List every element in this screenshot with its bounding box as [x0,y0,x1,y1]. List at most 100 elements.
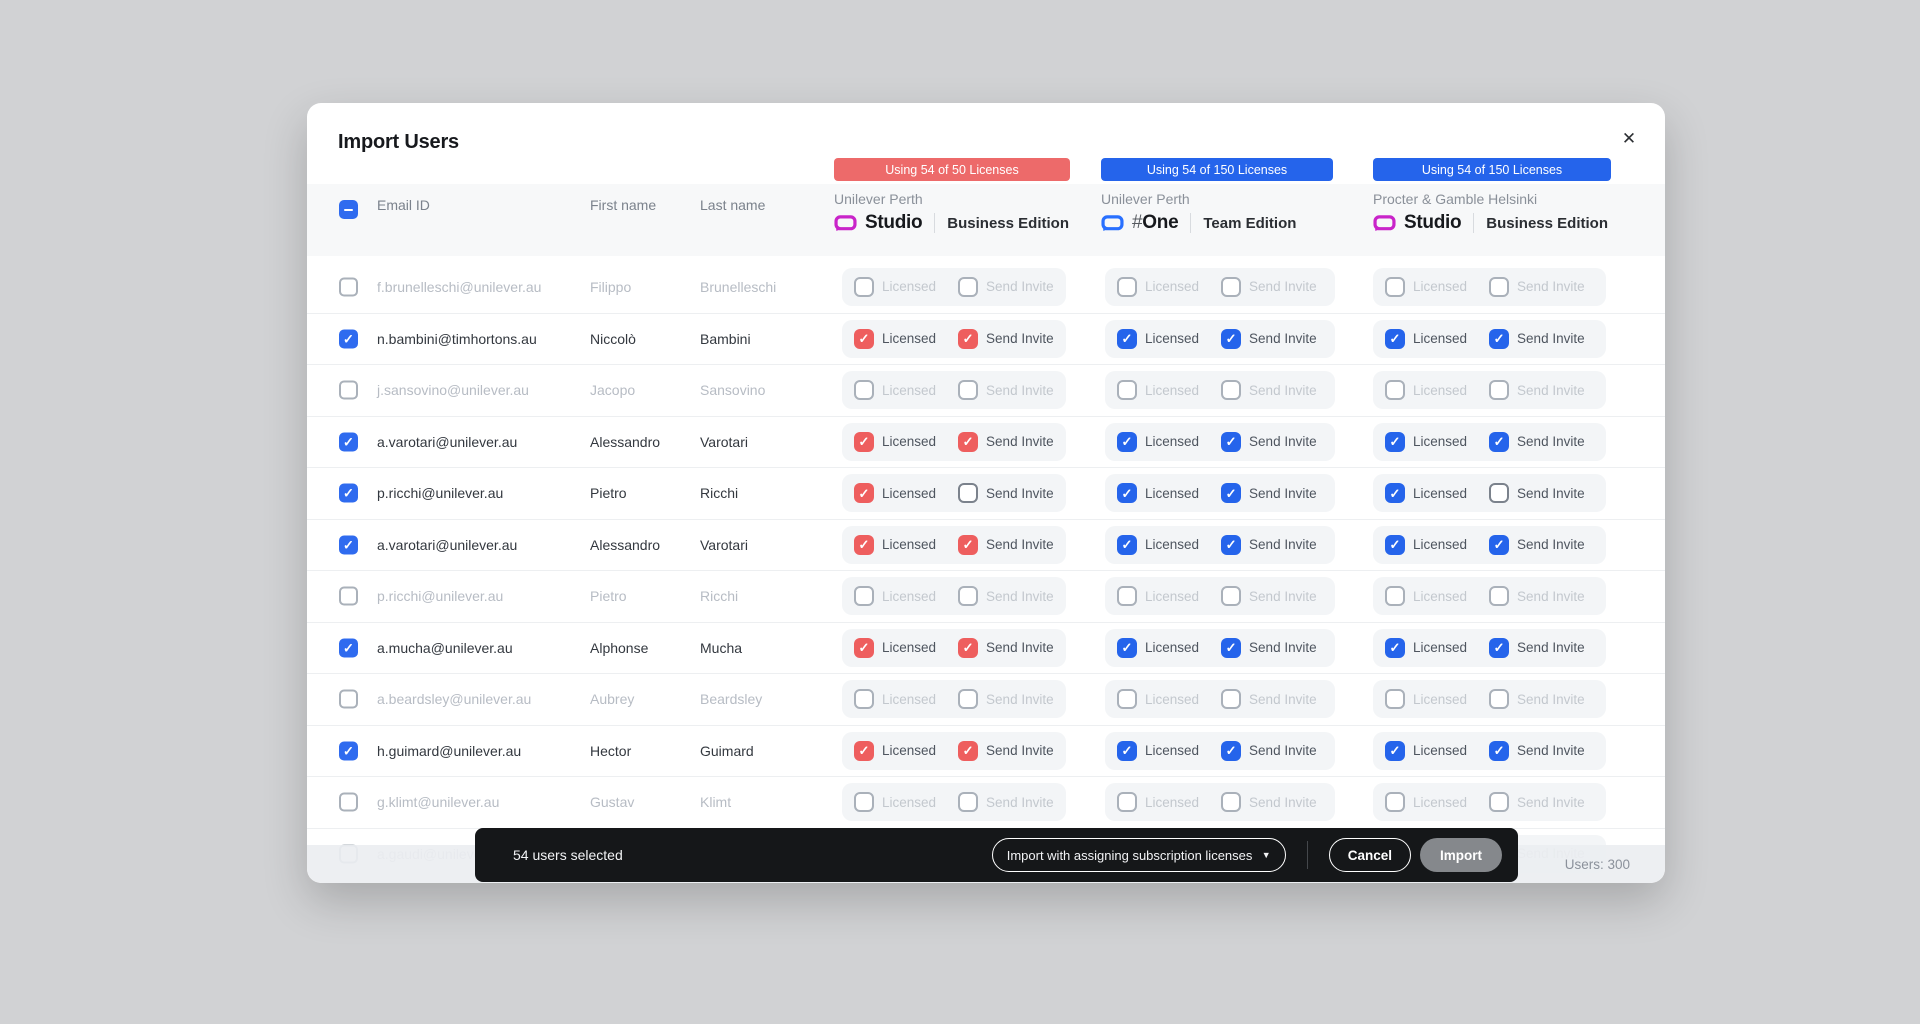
row-select-checkbox[interactable] [339,689,358,709]
licensed-checkbox[interactable] [1385,792,1405,813]
close-icon[interactable]: ✕ [1617,127,1641,151]
send-invite-checkbox[interactable] [958,689,979,710]
send-invite-checkbox[interactable] [1489,586,1510,607]
licensed-checkbox[interactable]: ✓ [1117,483,1137,504]
send-invite-checkbox[interactable]: ✓ [1489,637,1510,658]
send-invite-checkbox[interactable] [1489,483,1510,504]
send-invite-checkbox[interactable]: ✓ [1221,483,1242,504]
licensed-checkbox[interactable]: ✓ [854,534,874,555]
row-select-checkbox[interactable] [339,380,358,400]
licensed-checkbox[interactable] [1117,689,1137,710]
licensed-label: Licensed [1145,279,1200,295]
send-invite-checkbox[interactable] [958,276,979,297]
select-all-checkbox[interactable] [339,198,358,220]
send-invite-checkbox[interactable] [1489,276,1510,297]
send-invite-checkbox[interactable] [958,483,979,504]
row-select-checkbox[interactable] [339,792,358,812]
user-email: a.varotari@unilever.au [377,536,518,553]
dropdown-selected-value: Import with assigning subscription licen… [1006,847,1253,863]
licensed-checkbox[interactable]: ✓ [854,637,874,658]
send-invite-checkbox[interactable] [1489,792,1510,813]
send-invite-checkbox[interactable]: ✓ [1221,740,1242,761]
send-invite-checkbox[interactable]: ✓ [1221,431,1242,452]
licensed-checkbox[interactable] [1385,276,1405,297]
send-invite-checkbox[interactable]: ✓ [1489,328,1510,349]
licensed-checkbox[interactable] [1385,586,1405,607]
send-invite-checkbox[interactable]: ✓ [1489,431,1510,452]
licensed-checkbox[interactable]: ✓ [1385,431,1405,452]
license-cell: Licensed Send Invite [1373,371,1606,410]
licensed-checkbox[interactable]: ✓ [1117,534,1137,555]
licensed-checkbox[interactable]: ✓ [854,328,874,349]
send-invite-checkbox[interactable]: ✓ [1221,328,1242,349]
licensed-checkbox[interactable]: ✓ [1385,534,1405,555]
licensed-checkbox[interactable] [1385,380,1405,401]
licensed-checkbox[interactable] [854,586,874,607]
licensed-checkbox[interactable]: ✓ [854,483,874,504]
licensed-checkbox[interactable]: ✓ [1117,637,1137,658]
import-mode-dropdown[interactable]: Import with assigning subscription licen… [991,838,1286,872]
send-invite-checkbox[interactable] [1221,586,1242,607]
license-cell: ✓ Licensed ✓ Send Invite [1105,319,1335,358]
licensed-checkbox[interactable]: ✓ [1385,328,1405,349]
licensed-checkbox[interactable] [1385,689,1405,710]
send-invite-checkbox[interactable]: ✓ [958,328,979,349]
send-invite-checkbox[interactable]: ✓ [1489,534,1510,555]
user-first-name: Filippo [590,278,632,295]
licensed-checkbox[interactable] [854,689,874,710]
row-select-checkbox[interactable]: ✓ [339,432,358,452]
send-invite-checkbox[interactable]: ✓ [958,740,979,761]
send-invite-checkbox[interactable]: ✓ [958,637,979,658]
row-select-checkbox[interactable]: ✓ [339,638,358,658]
import-button[interactable]: Import [1420,838,1502,872]
row-select-checkbox[interactable]: ✓ [339,741,358,761]
send-invite-checkbox[interactable] [1221,276,1242,297]
row-select-checkbox[interactable]: ✓ [339,483,358,503]
send-invite-checkbox[interactable] [958,380,979,401]
licensed-checkbox[interactable]: ✓ [1385,483,1405,504]
send-invite-label: Send Invite [986,588,1054,604]
send-invite-checkbox[interactable] [958,792,979,813]
licensed-checkbox[interactable]: ✓ [1117,740,1137,761]
licensed-checkbox[interactable] [1117,380,1137,401]
licensed-checkbox[interactable]: ✓ [854,740,874,761]
licensed-checkbox[interactable] [1117,586,1137,607]
send-invite-checkbox[interactable] [1489,380,1510,401]
licensed-checkbox[interactable] [854,792,874,813]
licensed-checkbox[interactable]: ✓ [854,431,874,452]
send-invite-label: Send Invite [1517,382,1585,398]
send-invite-checkbox[interactable] [958,586,979,607]
licensed-checkbox[interactable] [1117,276,1137,297]
licensed-checkbox[interactable]: ✓ [1385,637,1405,658]
licensed-checkbox[interactable] [1117,792,1137,813]
column-header-first-name: First name [590,197,657,213]
send-invite-checkbox[interactable] [1489,689,1510,710]
indeterminate-checkbox-icon [339,200,358,220]
row-select-checkbox[interactable]: ✓ [339,329,358,349]
user-last-name: Ricchi [700,588,739,605]
row-select-checkbox[interactable] [339,277,358,297]
licensed-checkbox[interactable]: ✓ [1385,740,1405,761]
row-select-checkbox[interactable]: ✓ [339,535,358,555]
cancel-button[interactable]: Cancel [1328,838,1411,872]
send-invite-checkbox[interactable] [1221,380,1242,401]
send-invite-checkbox[interactable]: ✓ [1489,740,1510,761]
licensed-checkbox[interactable] [854,276,874,297]
send-invite-checkbox[interactable]: ✓ [1221,534,1242,555]
send-invite-checkbox[interactable]: ✓ [958,534,979,555]
send-invite-checkbox[interactable] [1221,689,1242,710]
user-email: a.varotari@unilever.au [377,433,518,450]
licensed-checkbox[interactable]: ✓ [1117,328,1137,349]
licensed-label: Licensed [1145,331,1200,347]
licensed-checkbox[interactable] [854,380,874,401]
licensed-checkbox[interactable]: ✓ [1117,431,1137,452]
row-select-checkbox[interactable] [339,586,358,606]
license-cell: Licensed Send Invite [1105,577,1335,616]
user-first-name: Niccolò [590,330,636,347]
table-row: j.sansovino@unilever.au Jacopo Sansovino Li… [307,364,1665,416]
license-group-header: Procter & Gamble Helsinki Studio Business … [1373,191,1608,234]
license-cell: Licensed Send Invite [1105,371,1335,410]
send-invite-checkbox[interactable] [1221,792,1242,813]
send-invite-checkbox[interactable]: ✓ [1221,637,1242,658]
send-invite-checkbox[interactable]: ✓ [958,431,979,452]
